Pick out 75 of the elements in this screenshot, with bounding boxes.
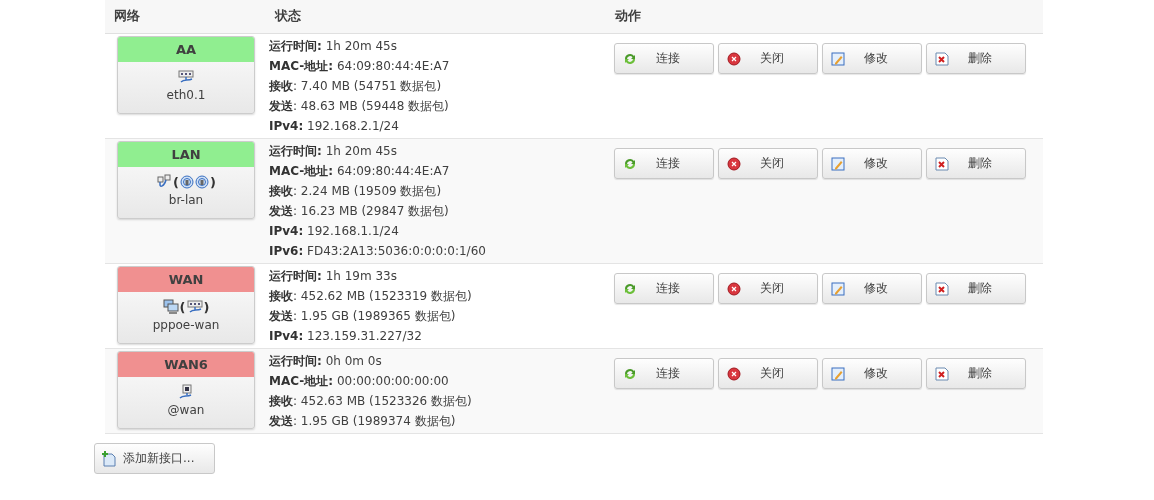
stop-button[interactable]: 关闭 <box>718 148 818 179</box>
refresh-icon <box>623 281 637 296</box>
column-header: 网络 <box>113 8 141 25</box>
network-port-icon <box>178 384 194 400</box>
bracket: ) <box>203 299 210 315</box>
wireless-icon <box>180 175 194 189</box>
edit-button[interactable]: 修改 <box>822 148 922 179</box>
bracket: ( <box>179 299 186 315</box>
wireless-icon <box>195 175 209 189</box>
column-header: 动作 <box>614 8 642 25</box>
status-line: 接收: 7.40 MB (54751 数据包) <box>269 78 443 95</box>
stop-icon <box>727 156 741 171</box>
stop-icon <box>727 366 741 381</box>
status-line: IPv4: 192.168.2.1/24 <box>269 118 400 135</box>
delete-button[interactable]: 删除 <box>926 273 1026 304</box>
connect-button[interactable]: 连接 <box>614 358 714 389</box>
bracket: ) <box>210 174 216 190</box>
device-name: @wan <box>167 403 205 417</box>
delete-icon <box>935 156 949 171</box>
edit-icon <box>831 156 845 171</box>
network-name: WAN6 <box>118 352 254 377</box>
network-name: WAN <box>118 267 254 292</box>
status-line: 发送: 16.23 MB (29847 数据包) <box>269 203 450 220</box>
delete-icon <box>935 51 949 66</box>
bridge-icon <box>156 174 173 190</box>
bracket: ( <box>173 174 179 190</box>
edit-button[interactable]: 修改 <box>822 358 922 389</box>
status-line: 接收: 2.24 MB (19509 数据包) <box>269 183 443 200</box>
stop-icon <box>727 281 741 296</box>
status-line: IPv4: 123.159.31.227/32 <box>269 328 423 345</box>
stop-icon <box>727 51 741 66</box>
connect-button[interactable]: 连接 <box>614 148 714 179</box>
device-name: eth0.1 <box>166 88 206 102</box>
status-line: 运行时间: 1h 20m 45s <box>269 38 398 55</box>
refresh-icon <box>623 51 637 66</box>
status-line: IPv6: FD43:2A13:5036:0:0:0:0:1/60 <box>269 243 487 260</box>
status-line: 运行时间: 1h 20m 45s <box>269 143 398 160</box>
edit-icon <box>831 281 845 296</box>
delete-icon <box>935 366 949 381</box>
status-line: MAC-地址: 64:09:80:44:4E:A7 <box>269 58 451 75</box>
delete-button[interactable]: 删除 <box>926 148 1026 179</box>
delete-button[interactable]: 删除 <box>926 43 1026 74</box>
connect-button[interactable]: 连接 <box>614 43 714 74</box>
delete-icon <box>935 281 949 296</box>
status-line: MAC-地址: 00:00:00:00:00:00 <box>269 373 450 390</box>
status-line: 接收: 452.62 MB (1523319 数据包) <box>269 288 473 305</box>
network-name: LAN <box>118 142 254 167</box>
refresh-icon <box>623 366 637 381</box>
stop-button[interactable]: 关闭 <box>718 273 818 304</box>
status-line: 发送: 1.95 GB (1989374 数据包) <box>269 413 457 430</box>
delete-button[interactable]: 删除 <box>926 358 1026 389</box>
add-file-icon <box>101 450 117 467</box>
status-line: 运行时间: 1h 19m 33s <box>269 268 398 285</box>
column-header: 状态 <box>273 8 302 25</box>
network-port-icon <box>178 69 194 85</box>
device-name: br-lan <box>168 193 204 207</box>
device-name: pppoe-wan <box>152 318 220 332</box>
refresh-icon <box>623 156 637 171</box>
status-line: 发送: 48.63 MB (59448 数据包) <box>269 98 450 115</box>
edit-button[interactable]: 修改 <box>822 273 922 304</box>
edit-icon <box>831 366 845 381</box>
status-line: 接收: 452.63 MB (1523326 数据包) <box>269 393 473 410</box>
edit-icon <box>831 51 845 66</box>
network-name: AA <box>118 37 254 62</box>
add-interface-button[interactable]: 添加新接口... <box>94 443 215 474</box>
status-line: MAC-地址: 64:09:80:44:4E:A7 <box>269 163 451 180</box>
status-line: IPv4: 192.168.1.1/24 <box>269 223 400 240</box>
computer-icon <box>162 299 179 315</box>
network-port-icon <box>186 299 203 315</box>
status-line: 发送: 1.95 GB (1989365 数据包) <box>269 308 457 325</box>
edit-button[interactable]: 修改 <box>822 43 922 74</box>
stop-button[interactable]: 关闭 <box>718 358 818 389</box>
stop-button[interactable]: 关闭 <box>718 43 818 74</box>
connect-button[interactable]: 连接 <box>614 273 714 304</box>
status-line: 运行时间: 0h 0m 0s <box>269 353 383 370</box>
